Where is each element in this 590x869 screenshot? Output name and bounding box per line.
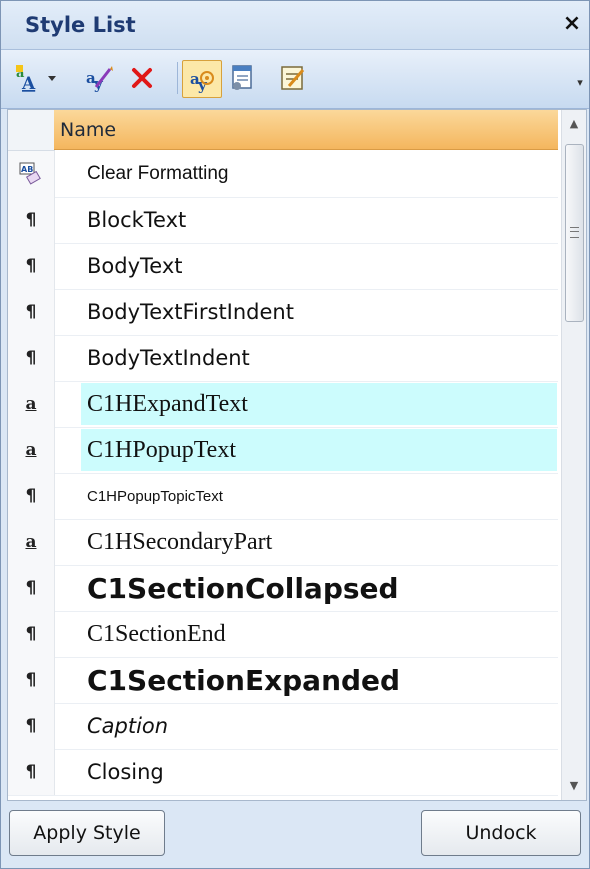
style-row[interactable]: ¶ C1SectionEnd bbox=[8, 611, 558, 658]
style-name-cell: Closing bbox=[81, 751, 557, 793]
style-name: C1HSecondaryPart bbox=[87, 528, 273, 555]
style-row[interactable]: a C1HPopupText bbox=[8, 427, 558, 474]
row-indicator-header bbox=[8, 110, 55, 151]
style-name: C1HPopupText bbox=[87, 436, 236, 463]
character-style-icon: a bbox=[8, 427, 55, 473]
style-name: C1SectionExpanded bbox=[87, 663, 401, 697]
style-row[interactable]: ¶ BlockText bbox=[8, 197, 558, 244]
show-styles-button[interactable]: a y bbox=[182, 60, 222, 98]
delete-style-button[interactable] bbox=[127, 60, 157, 96]
vertical-scrollbar[interactable]: ▲ ▼ bbox=[561, 110, 586, 800]
style-row[interactable]: ¶ C1HPopupTopicText bbox=[8, 473, 558, 520]
style-name: C1HPopupTopicText bbox=[87, 487, 223, 505]
paragraph-icon: ¶ bbox=[8, 657, 55, 703]
style-name: Closing bbox=[87, 760, 164, 784]
style-row[interactable]: a C1HSecondaryPart bbox=[8, 519, 558, 566]
style-name: BodyTextFirstIndent bbox=[87, 300, 294, 324]
close-button[interactable]: × bbox=[561, 11, 583, 37]
paragraph-icon: ¶ bbox=[8, 335, 55, 381]
style-name-cell: C1HSecondaryPart bbox=[81, 521, 557, 563]
style-name: C1SectionCollapsed bbox=[87, 571, 399, 605]
style-name: Caption bbox=[87, 714, 169, 738]
style-name: BlockText bbox=[87, 208, 187, 232]
style-row[interactable]: ¶ C1SectionExpanded bbox=[8, 657, 558, 704]
style-name-cell: Caption bbox=[81, 705, 557, 747]
style-name-cell: C1HPopupText bbox=[81, 429, 557, 471]
paragraph-icon: ¶ bbox=[8, 703, 55, 749]
style-row[interactable]: ¶ BodyText bbox=[8, 243, 558, 290]
style-grid: Name AB Clear Formatting ¶ BlockText ¶ B… bbox=[7, 109, 587, 801]
character-style-icon: a bbox=[8, 381, 55, 427]
style-name-cell: BodyTextIndent bbox=[81, 337, 557, 379]
style-settings-icon bbox=[229, 64, 255, 92]
style-name-cell: C1HPopupTopicText bbox=[81, 475, 557, 517]
style-row[interactable]: ¶ BodyTextFirstIndent bbox=[8, 289, 558, 336]
show-styles-icon: a y bbox=[187, 64, 217, 94]
paragraph-icon: ¶ bbox=[8, 611, 55, 657]
style-settings-button[interactable] bbox=[227, 60, 257, 96]
style-row[interactable]: ¶ Caption bbox=[8, 703, 558, 750]
delete-style-icon bbox=[130, 66, 154, 90]
style-name-cell: Clear Formatting bbox=[81, 153, 557, 195]
dropdown-arrow-icon bbox=[47, 73, 57, 83]
style-name-cell: BlockText bbox=[81, 199, 557, 241]
style-row[interactable]: ¶ Closing bbox=[8, 749, 558, 796]
style-name-cell: C1HExpandText bbox=[81, 383, 557, 425]
clear-formatting-icon: AB bbox=[8, 151, 55, 197]
style-sheet-icon bbox=[279, 64, 307, 92]
svg-text:AB: AB bbox=[21, 165, 33, 174]
title-bar: Style List × bbox=[1, 1, 589, 50]
style-name-cell: BodyTextFirstIndent bbox=[81, 291, 557, 333]
style-name: Clear Formatting bbox=[87, 163, 229, 184]
modify-style-button[interactable]: a y bbox=[83, 60, 115, 96]
paragraph-icon: ¶ bbox=[8, 197, 55, 243]
style-row[interactable]: ¶ C1SectionCollapsed bbox=[8, 565, 558, 612]
panel-title: Style List bbox=[25, 13, 136, 37]
style-name-cell: BodyText bbox=[81, 245, 557, 287]
style-row[interactable]: ¶ BodyTextIndent bbox=[8, 335, 558, 382]
paragraph-icon: ¶ bbox=[8, 565, 55, 611]
paragraph-icon: ¶ bbox=[8, 749, 55, 795]
scroll-thumb[interactable] bbox=[565, 144, 584, 322]
paragraph-icon: ¶ bbox=[8, 473, 55, 519]
character-style-icon: a bbox=[8, 519, 55, 565]
style-row[interactable]: a C1HExpandText bbox=[8, 381, 558, 428]
paragraph-icon: ¶ bbox=[8, 243, 55, 289]
new-style-icon: a A bbox=[14, 63, 42, 93]
style-name: C1HExpandText bbox=[87, 390, 248, 417]
new-style-dropdown[interactable] bbox=[45, 60, 59, 96]
svg-text:A: A bbox=[21, 74, 36, 93]
style-name: BodyText bbox=[87, 254, 183, 278]
scroll-down-button[interactable]: ▼ bbox=[562, 772, 586, 800]
style-row-clear-formatting[interactable]: AB Clear Formatting bbox=[8, 151, 558, 198]
paragraph-icon: ¶ bbox=[8, 289, 55, 335]
grid-header: Name bbox=[8, 110, 558, 151]
column-header-name[interactable]: Name bbox=[54, 110, 558, 150]
toolbar: a A a y bbox=[1, 50, 589, 109]
style-name: BodyTextIndent bbox=[87, 346, 250, 370]
new-style-button[interactable]: a A bbox=[13, 60, 43, 96]
style-list-panel: Style List × a A a y bbox=[0, 0, 590, 869]
undock-button[interactable]: Undock bbox=[421, 810, 581, 856]
style-name: C1SectionEnd bbox=[87, 620, 226, 647]
style-name-cell: C1SectionCollapsed bbox=[81, 567, 557, 609]
style-name-cell: C1SectionEnd bbox=[81, 613, 557, 655]
style-sheet-button[interactable] bbox=[277, 60, 309, 96]
scroll-up-button[interactable]: ▲ bbox=[562, 110, 586, 138]
modify-style-icon: a y bbox=[84, 63, 114, 93]
apply-style-button[interactable]: Apply Style bbox=[9, 810, 165, 856]
style-name-cell: C1SectionExpanded bbox=[81, 659, 557, 701]
toolbar-separator bbox=[177, 62, 178, 94]
grip-icon bbox=[570, 227, 579, 238]
toolbar-overflow-button[interactable]: ▾ bbox=[573, 76, 587, 100]
